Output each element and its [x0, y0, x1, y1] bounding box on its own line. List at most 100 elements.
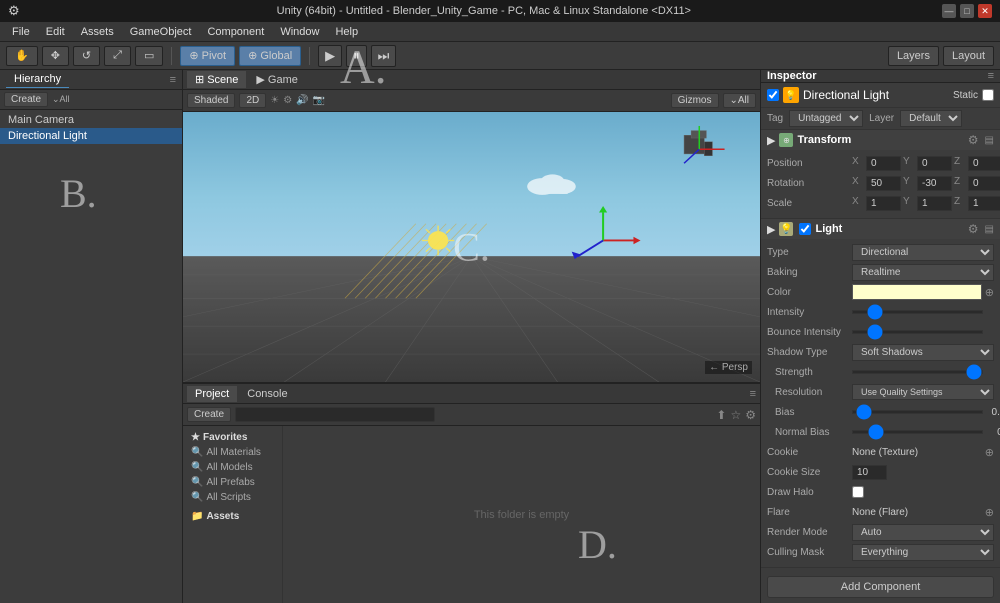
game-tab[interactable]: ▶Game	[248, 71, 305, 88]
baking-select[interactable]: Realtime	[852, 264, 994, 281]
play-button[interactable]: ▶	[318, 45, 342, 67]
object-active-checkbox[interactable]	[767, 89, 779, 101]
intensity-slider[interactable]	[852, 310, 983, 314]
light-enabled-checkbox[interactable]	[799, 223, 811, 235]
scale-y-label: Y	[903, 196, 915, 211]
menu-window[interactable]: Window	[272, 24, 327, 40]
object-icon: 💡	[783, 87, 799, 103]
menu-assets[interactable]: Assets	[73, 24, 122, 40]
position-x-input[interactable]	[866, 156, 901, 171]
move-tool[interactable]: ✥	[42, 46, 69, 66]
transform-gear-icon[interactable]: ⚙	[968, 133, 979, 147]
scene-canvas[interactable]: ← Persp C.	[183, 112, 760, 382]
position-y-input[interactable]	[917, 156, 952, 171]
gizmos-btn[interactable]: Gizmos	[671, 93, 719, 108]
2d-toggle[interactable]: 2D	[239, 93, 266, 108]
rotation-z-input[interactable]	[968, 176, 1000, 191]
culling-select[interactable]: Everything	[852, 544, 994, 561]
hierarchy-item-main-camera[interactable]: Main Camera	[0, 112, 182, 128]
scene-all-btn[interactable]: ⌄All	[723, 93, 757, 108]
draw-halo-checkbox[interactable]	[852, 486, 864, 498]
shadow-type-select[interactable]: Soft Shadows	[852, 344, 994, 361]
all-scripts-item[interactable]: 🔍 All Scripts	[187, 490, 278, 505]
baking-row: Baking Realtime	[767, 263, 994, 281]
project-tab[interactable]: Project	[187, 386, 237, 402]
hierarchy-tab[interactable]: Hierarchy	[6, 71, 69, 88]
light-header[interactable]: ▶ 💡 Light ⚙ ▤	[761, 219, 1000, 239]
resolution-select[interactable]: Use Quality Settings	[852, 384, 994, 400]
shading-btn[interactable]: Shaded	[187, 93, 235, 108]
rotation-x-input[interactable]	[866, 176, 901, 191]
global-button[interactable]: ⊕ Global	[239, 46, 301, 66]
layout-button[interactable]: Layout	[943, 46, 994, 66]
type-select[interactable]: Directional	[852, 244, 994, 261]
all-prefabs-item[interactable]: 🔍 All Prefabs	[187, 475, 278, 490]
close-button[interactable]: ✕	[978, 4, 992, 18]
project-icon-3[interactable]: ⚙	[745, 408, 756, 422]
layer-label: Layer	[869, 113, 894, 124]
light-menu-icon[interactable]: ▤	[985, 224, 994, 235]
scene-tab[interactable]: ⊞Scene	[187, 71, 246, 88]
pause-button[interactable]: ⏸	[346, 45, 367, 67]
assets-section[interactable]: 📁 Assets	[187, 509, 278, 524]
pivot-button[interactable]: ⊕ Pivot	[180, 46, 235, 66]
rotate-tool[interactable]: ↺	[73, 46, 100, 66]
hierarchy-toolbar: Create ⌄All	[0, 90, 182, 110]
step-button[interactable]: ⏭	[371, 45, 397, 67]
render-mode-select[interactable]: Auto	[852, 524, 994, 541]
culling-label: Culling Mask	[767, 547, 852, 558]
static-checkbox[interactable]	[982, 89, 994, 101]
scale-tool[interactable]: ⤢	[104, 46, 131, 66]
project-icon-1[interactable]: ⬆	[716, 408, 726, 422]
menu-help[interactable]: Help	[327, 24, 366, 40]
all-materials-item[interactable]: 🔍 All Materials	[187, 445, 278, 460]
bounce-row: Bounce Intensity 1	[767, 323, 994, 341]
hierarchy-close[interactable]: ≡	[170, 74, 176, 86]
scale-x-input[interactable]	[866, 196, 901, 211]
menu-edit[interactable]: Edit	[38, 24, 73, 40]
project-create-btn[interactable]: Create	[187, 407, 231, 422]
tag-select[interactable]: Untagged	[789, 110, 863, 127]
layers-button[interactable]: Layers	[888, 46, 939, 66]
menu-component[interactable]: Component	[199, 24, 272, 40]
scale-z-label: Z	[954, 196, 966, 211]
project-icon-2[interactable]: ☆	[730, 408, 741, 422]
culling-row: Culling Mask Everything	[767, 543, 994, 561]
layer-select[interactable]: Default	[900, 110, 962, 127]
normal-bias-slider[interactable]	[852, 430, 983, 434]
inspector-close[interactable]: ≡	[988, 70, 994, 82]
maximize-button[interactable]: □	[960, 4, 974, 18]
position-z-input[interactable]	[968, 156, 1000, 171]
cookie-size-input[interactable]	[852, 465, 887, 480]
annotation-d: D.	[578, 521, 617, 568]
strength-slider[interactable]	[852, 370, 983, 374]
transform-menu-icon[interactable]: ▤	[985, 135, 994, 146]
rect-tool[interactable]: ▭	[135, 46, 163, 66]
light-gear-icon[interactable]: ⚙	[968, 222, 979, 236]
menu-gameobject[interactable]: GameObject	[122, 24, 200, 40]
minimize-button[interactable]: —	[942, 4, 956, 18]
scale-z-input[interactable]	[968, 196, 1000, 211]
hand-tool[interactable]: ✋	[6, 46, 38, 66]
draw-halo-row: Draw Halo	[767, 483, 994, 501]
rotation-y-input[interactable]	[917, 176, 952, 191]
color-swatch[interactable]	[852, 284, 982, 300]
all-models-item[interactable]: 🔍 All Models	[187, 460, 278, 475]
flare-picker-icon[interactable]: ⊕	[985, 506, 994, 519]
console-tab[interactable]: Console	[239, 386, 295, 402]
menu-file[interactable]: File	[4, 24, 38, 40]
bias-slider[interactable]	[852, 410, 983, 414]
bounce-slider[interactable]	[852, 330, 983, 334]
bottom-close[interactable]: ≡	[750, 388, 756, 400]
cookie-picker-icon[interactable]: ⊕	[985, 446, 994, 459]
color-picker-icon[interactable]: ⊕	[985, 286, 994, 299]
project-search-input[interactable]	[235, 407, 435, 422]
transform-header[interactable]: ▶ ⊕ Transform ⚙ ▤	[761, 130, 1000, 150]
hierarchy-create-btn[interactable]: Create	[4, 92, 48, 107]
add-component-button[interactable]: Add Component	[767, 576, 994, 598]
scale-y-input[interactable]	[917, 196, 952, 211]
light-arrow-icon: ▶	[767, 223, 775, 236]
toolbar-separator-2	[309, 47, 310, 65]
hierarchy-item-directional-light[interactable]: Directional Light	[0, 128, 182, 144]
favorites-section[interactable]: ★ Favorites	[187, 430, 278, 445]
